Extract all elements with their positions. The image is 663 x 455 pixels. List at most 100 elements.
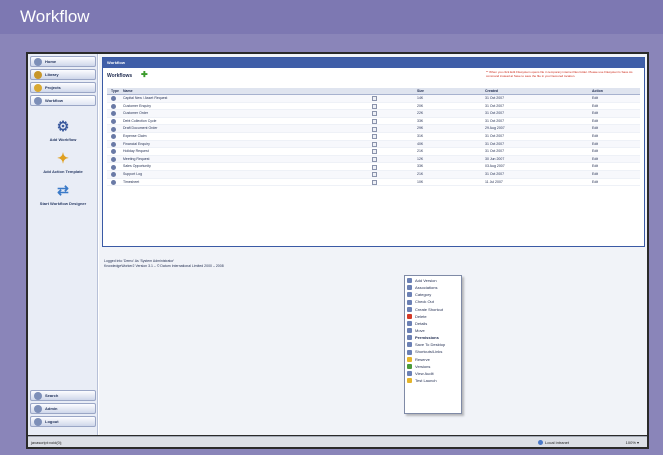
table-row[interactable]: Debt Collection Cycle 33K 31 Oct 2007 Edit (107, 118, 640, 126)
row-menu-icon[interactable] (372, 111, 377, 117)
context-menu-item[interactable]: Add Version (405, 277, 461, 284)
row-edit-link[interactable]: Edit (592, 148, 598, 155)
row-name[interactable]: Expense Claim (123, 133, 147, 140)
table-row[interactable]: Customer Enquiry 20K 31 Oct 2007 Edit (107, 103, 640, 111)
versions-icon (407, 363, 412, 369)
nav-library[interactable]: Library (30, 69, 96, 80)
context-menu-label: Details (415, 320, 428, 326)
test-launch-icon (407, 378, 412, 384)
row-name[interactable]: Holiday Request (123, 148, 149, 155)
row-size: 22K (417, 111, 424, 116)
col-size[interactable]: Size (417, 88, 424, 95)
context-menu-item[interactable]: Versions (405, 363, 461, 370)
row-edit-link[interactable]: Edit (592, 171, 598, 178)
context-menu-item[interactable]: Delete (405, 313, 461, 320)
row-name[interactable]: Capital New / Asset Request (123, 95, 167, 102)
nav-search[interactable]: Search (30, 390, 96, 401)
table-row[interactable]: Holiday Request 21K 31 Oct 2007 Edit (107, 148, 640, 156)
row-menu-icon[interactable] (372, 149, 377, 155)
table-row[interactable]: Draft Document Order 29K 29 Aug 2007 Edit (107, 125, 640, 133)
table-row[interactable]: Customer Order 22K 31 Oct 2007 Edit (107, 110, 640, 118)
context-menu-label: Test Launch (415, 377, 437, 383)
row-menu-icon[interactable] (372, 141, 377, 147)
col-name[interactable]: Name (123, 88, 133, 95)
row-menu-icon[interactable] (372, 119, 377, 125)
row-menu-icon[interactable] (372, 96, 377, 102)
context-menu-item[interactable]: Create Shortcut (405, 306, 461, 313)
row-size: 10K (417, 179, 424, 184)
row-edit-link[interactable]: Edit (592, 133, 598, 140)
context-menu-item[interactable]: Details (405, 320, 461, 327)
context-menu-item[interactable]: Shortcuts/Links (405, 348, 461, 355)
context-menu-item[interactable]: Test Launch (405, 377, 461, 384)
row-edit-link[interactable]: Edit (592, 156, 598, 163)
table-row[interactable]: Timesheet 10K 11 Jul 2007 Edit (107, 179, 640, 187)
table-row[interactable]: Financial Enquiry 40K 31 Oct 2007 Edit (107, 140, 640, 149)
context-menu-item[interactable]: Save To Desktop (405, 341, 461, 348)
home-icon (34, 58, 42, 66)
row-menu-icon[interactable] (372, 172, 377, 178)
row-name[interactable]: Support Log (123, 171, 142, 178)
row-menu-icon[interactable] (372, 164, 377, 170)
row-edit-link[interactable]: Edit (592, 141, 598, 148)
row-edit-link[interactable]: Edit (592, 103, 598, 110)
row-menu-icon[interactable] (372, 157, 377, 163)
row-name[interactable]: Customer Order (123, 110, 148, 117)
nav-logout[interactable]: Logout (30, 416, 96, 427)
row-name[interactable]: Draft Document Order (123, 125, 157, 132)
context-menu-label: Category (415, 292, 432, 298)
tool-add-action-template[interactable]: ✦ Add Action Template (30, 150, 96, 174)
status-bar: javascript:void(0); Local intranet 100% … (28, 436, 647, 447)
context-menu-label: Reserve (415, 356, 430, 362)
row-menu-icon[interactable] (372, 126, 377, 132)
context-menu-item[interactable]: Associations (405, 284, 461, 291)
nav-home[interactable]: Home (30, 56, 96, 67)
context-menu-item[interactable]: Reserve (405, 356, 461, 363)
tool-workflow-designer-label: Start Workflow Designer (39, 201, 87, 206)
workflow-type-icon (111, 179, 116, 185)
row-menu-icon[interactable] (372, 103, 377, 109)
row-edit-link[interactable]: Edit (592, 118, 598, 125)
table-row[interactable]: Sales Opportunity 33K 03 Aug 2007 Edit (107, 163, 640, 171)
associations-icon (407, 285, 412, 291)
row-size: 33K (417, 164, 424, 169)
workflow-type-icon (111, 149, 116, 155)
context-menu-item[interactable]: Move (405, 327, 461, 334)
row-name[interactable]: Sales Opportunity (123, 163, 151, 170)
context-menu-item[interactable]: Category (405, 291, 461, 298)
zoom-level[interactable]: 100% ▾ (626, 437, 639, 448)
table-row[interactable]: Capital New / Asset Request 14K 31 Oct 200… (107, 95, 640, 103)
row-edit-link[interactable]: Edit (592, 95, 598, 102)
context-menu-label: Delete (415, 313, 427, 319)
col-created[interactable]: Created (485, 88, 498, 95)
row-name[interactable]: Debt Collection Cycle (123, 118, 156, 125)
table-row[interactable]: Meeting Request 12K 30 Jun 2007 Edit (107, 155, 640, 164)
row-size: 33K (417, 118, 424, 123)
row-edit-link[interactable]: Edit (592, 163, 598, 170)
context-menu-item[interactable]: Permissions (405, 334, 461, 341)
row-created: 31 Oct 2007 (485, 171, 505, 176)
row-name[interactable]: Timesheet (123, 179, 139, 186)
login-info: Logged into 'Demo' As 'System Administra… (104, 259, 224, 269)
table-row[interactable]: Support Log 21K 31 Oct 2007 Edit (107, 170, 640, 179)
row-edit-link[interactable]: Edit (592, 179, 598, 186)
context-menu-item[interactable]: Check Out (405, 298, 461, 305)
tool-workflow-designer[interactable]: ⇄ Start Workflow Designer (30, 182, 96, 206)
table-row[interactable]: Expense Claim 31K 31 Oct 2007 Edit (107, 133, 640, 141)
nav-workflow[interactable]: Workflow (30, 95, 96, 106)
nav-projects[interactable]: Projects (30, 82, 96, 93)
row-name[interactable]: Meeting Request (123, 156, 149, 163)
row-edit-link[interactable]: Edit (592, 125, 598, 132)
add-workflow-plus-icon[interactable]: ✚ (141, 71, 149, 79)
tool-add-workflow[interactable]: ⚙ Add Workflow (30, 118, 96, 142)
row-edit-link[interactable]: Edit (592, 110, 598, 117)
context-menu-item[interactable]: View Audit (405, 370, 461, 377)
row-menu-icon[interactable] (372, 179, 377, 185)
row-menu-icon[interactable] (372, 134, 377, 140)
shortcuts-links-icon (407, 349, 412, 355)
row-name[interactable]: Customer Enquiry (123, 103, 151, 110)
col-type[interactable]: Type (111, 88, 119, 95)
nav-admin[interactable]: Admin (30, 403, 96, 414)
row-name[interactable]: Financial Enquiry (123, 141, 150, 148)
app-window: Home Library Projects Workflow ⚙ Add Wor… (28, 54, 647, 435)
